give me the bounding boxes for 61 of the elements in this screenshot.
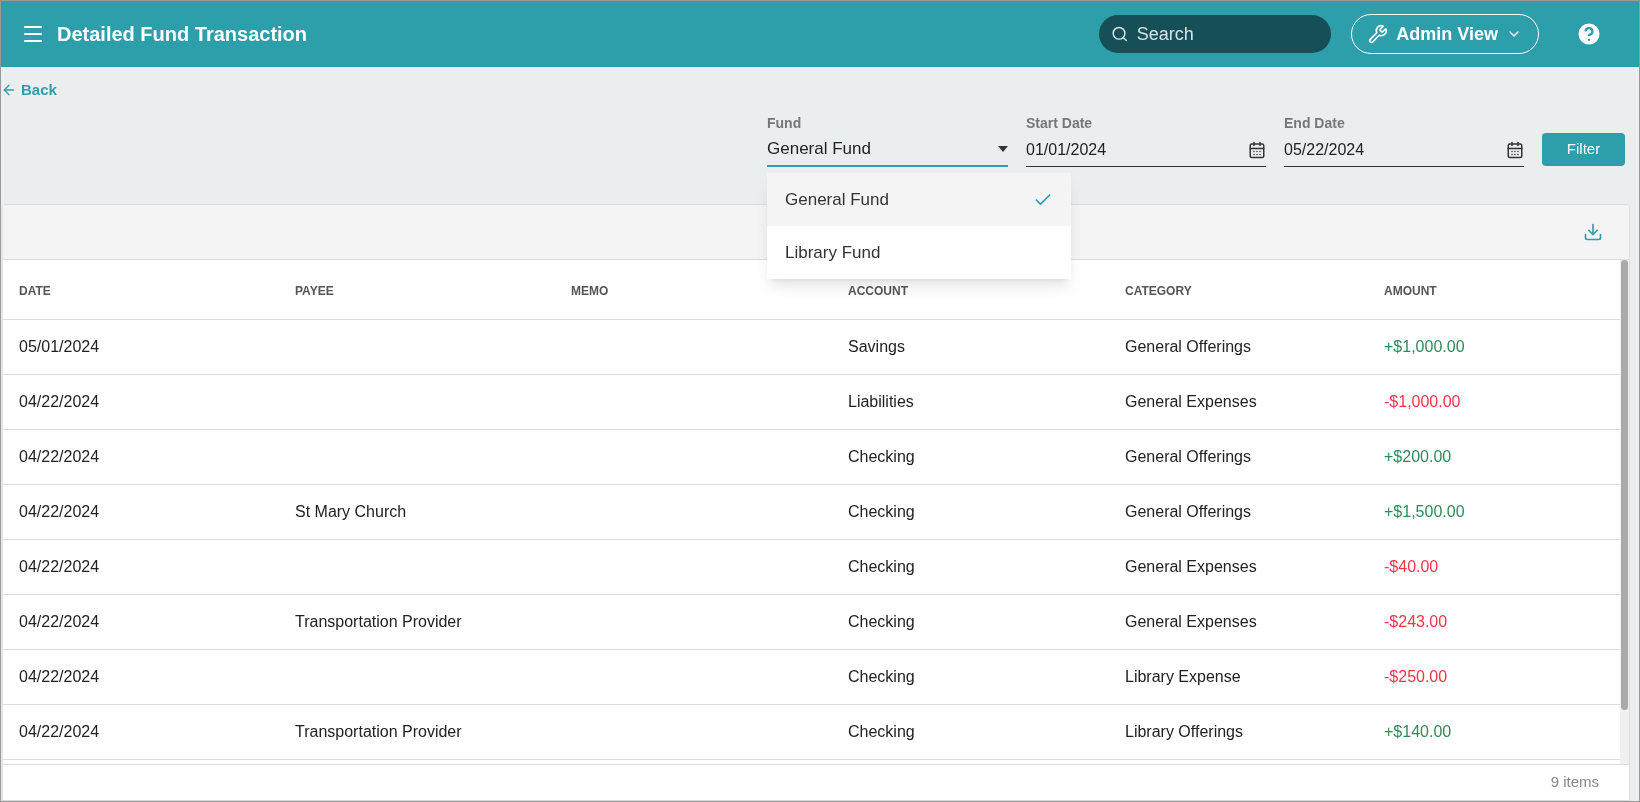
search-icon <box>1111 24 1129 44</box>
table-cell: Library Expense <box>1125 668 1241 685</box>
field-label: Start Date <box>1026 114 1094 133</box>
table-cell: General Expenses <box>1125 393 1257 410</box>
item-count: 9 items <box>1550 772 1599 793</box>
column-header: ACCOUNT <box>848 283 908 298</box>
amount-cell: +$140.00 <box>1384 723 1452 740</box>
table-cell: Liabilities <box>848 393 914 410</box>
table-cell: 04/22/2024 <box>19 503 100 520</box>
date-field[interactable]: 01/01/2024 <box>1026 133 1266 167</box>
table-cell: 04/22/2024 <box>19 448 100 465</box>
table-cell: Transportation Provider <box>295 613 462 630</box>
table-cell: General Offerings <box>1125 338 1251 355</box>
table-cell: 04/22/2024 <box>19 668 100 685</box>
column-header: PAYEE <box>295 283 334 298</box>
table-cell: Savings <box>848 338 905 355</box>
calendar-icon[interactable] <box>1506 140 1524 159</box>
column-header: CATEGORY <box>1125 283 1192 298</box>
table-cell: 04/22/2024 <box>19 393 100 410</box>
dropdown-option[interactable]: Library Fund <box>767 226 1071 279</box>
table-cell: Checking <box>848 503 915 520</box>
table-cell: Checking <box>848 448 915 465</box>
table-cell: Checking <box>848 723 915 740</box>
table-cell: 04/22/2024 <box>19 613 100 630</box>
page-title: Detailed Fund Transaction <box>57 22 308 47</box>
search-input[interactable]: Search <box>1136 20 1320 48</box>
table-cell: 04/22/2024 <box>19 558 100 575</box>
column-header: AMOUNT <box>1384 283 1437 298</box>
amount-cell: -$243.00 <box>1384 613 1448 630</box>
table-cell: Checking <box>848 613 915 630</box>
amount-cell: -$40.00 <box>1384 558 1439 575</box>
table-cell: St Mary Church <box>295 503 407 520</box>
search-field[interactable]: Search <box>1099 15 1332 53</box>
dropdown-option[interactable]: General Fund <box>767 173 1071 226</box>
table-cell: Checking <box>848 558 915 575</box>
table-cell: General Offerings <box>1125 503 1251 520</box>
fund-select[interactable]: General Fund <box>767 133 1008 167</box>
amount-cell: +$1,500.00 <box>1384 503 1465 520</box>
column-header: MEMO <box>571 283 609 298</box>
download-icon[interactable] <box>1583 222 1603 242</box>
table-cell: Transportation Provider <box>295 723 462 740</box>
amount-cell: -$1,000.00 <box>1384 393 1461 410</box>
column-header: DATE <box>19 283 51 298</box>
table-cell: Checking <box>848 668 915 685</box>
table-cell: General Offerings <box>1125 448 1251 465</box>
field-label: Fund <box>767 114 803 133</box>
scrollbar[interactable] <box>1620 260 1629 764</box>
table-cell: 04/22/2024 <box>19 723 100 740</box>
date-field[interactable]: 05/22/2024 <box>1284 133 1524 167</box>
calendar-icon[interactable] <box>1248 140 1266 159</box>
table-cell: General Expenses <box>1125 613 1257 630</box>
tools-icon <box>1368 24 1389 44</box>
amount-cell: -$250.00 <box>1384 668 1448 685</box>
field-label: End Date <box>1284 114 1346 133</box>
help-icon[interactable] <box>1575 20 1603 48</box>
table-cell: 05/01/2024 <box>19 338 100 355</box>
table-cell: General Expenses <box>1125 558 1257 575</box>
amount-cell: +$200.00 <box>1384 448 1452 465</box>
table-cell: Library Offerings <box>1125 723 1243 740</box>
amount-cell: +$1,000.00 <box>1384 338 1465 355</box>
caret-icon <box>998 146 1008 152</box>
